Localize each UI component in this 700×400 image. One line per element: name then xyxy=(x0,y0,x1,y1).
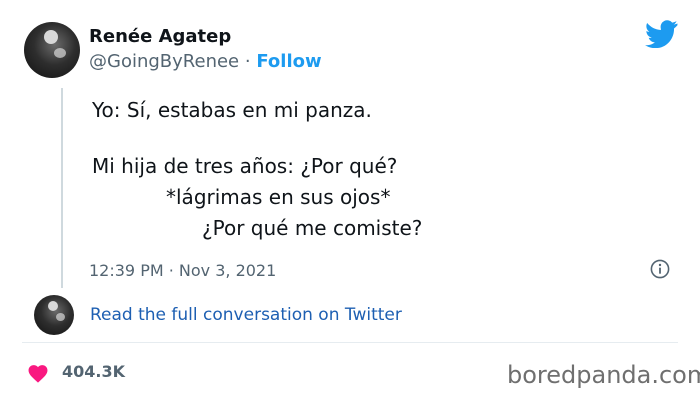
like-count: 404.3K xyxy=(62,362,126,381)
author-handle[interactable]: @GoingByRenee xyxy=(89,51,239,72)
thread-connector-line xyxy=(61,88,63,288)
tweet-line: Yo: Sí, estabas en mi panza. xyxy=(92,98,372,122)
tweet-timestamp[interactable]: 12:39 PM · Nov 3, 2021 xyxy=(89,261,276,280)
handle-separator: · xyxy=(244,51,251,72)
heart-icon[interactable] xyxy=(27,363,49,383)
info-icon[interactable] xyxy=(650,259,670,279)
divider xyxy=(22,342,678,343)
twitter-bird-icon[interactable] xyxy=(645,20,678,48)
tweet-line: ¿Por qué me comiste? xyxy=(202,216,423,240)
read-conversation-link[interactable]: Read the full conversation on Twitter xyxy=(90,305,402,325)
author-avatar[interactable] xyxy=(24,22,80,78)
tweet-line: *lágrimas en sus ojos* xyxy=(166,185,391,209)
follow-button[interactable]: Follow xyxy=(256,51,321,72)
author-display-name[interactable]: Renée Agatep xyxy=(89,26,231,47)
reply-avatar[interactable] xyxy=(34,295,74,335)
author-handle-row: @GoingByRenee · Follow xyxy=(89,51,322,72)
tweet-line: Mi hija de tres años: ¿Por qué? xyxy=(92,154,398,178)
source-watermark: boredpanda.com xyxy=(507,361,700,389)
